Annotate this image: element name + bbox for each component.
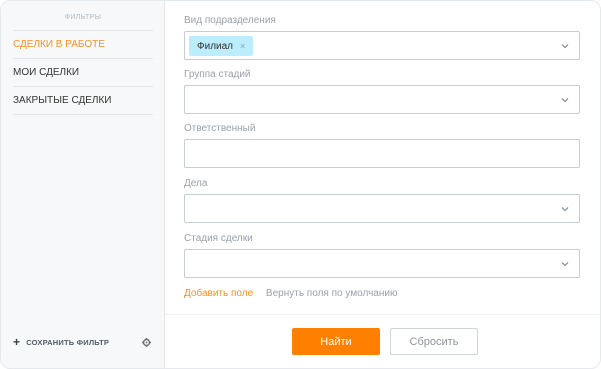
field-links: Добавить поле Вернуть поля по умолчанию bbox=[184, 288, 397, 299]
preset-my-deals[interactable]: МОИ СДЕЛКИ bbox=[13, 59, 153, 87]
filter-sidebar: ФИЛЬТРЫ СДЕЛКИ В РАБОТЕ МОИ СДЕЛКИ ЗАКРЫ… bbox=[1, 1, 165, 368]
remove-tag-icon[interactable]: × bbox=[240, 41, 245, 51]
responsible-input[interactable] bbox=[184, 139, 580, 168]
filter-popup: ФИЛЬТРЫ СДЕЛКИ В РАБОТЕ МОИ СДЕЛКИ ЗАКРЫ… bbox=[0, 0, 601, 369]
find-button[interactable]: Найти bbox=[292, 328, 380, 355]
division-label: Вид подразделения bbox=[184, 15, 276, 26]
responsible-label: Ответственный bbox=[184, 123, 256, 134]
division-tag: Филиал × bbox=[189, 36, 254, 56]
division-select[interactable]: Филиал × bbox=[184, 31, 580, 60]
deal-stage-select[interactable] bbox=[184, 249, 580, 278]
gear-icon[interactable] bbox=[139, 335, 153, 349]
chevron-down-icon bbox=[561, 44, 569, 49]
preset-deals-in-progress[interactable]: СДЕЛКИ В РАБОТЕ bbox=[13, 31, 153, 59]
tasks-select[interactable] bbox=[184, 194, 580, 223]
chevron-down-icon bbox=[561, 262, 569, 267]
stage-group-label: Группа стадий bbox=[184, 69, 251, 80]
stage-group-select[interactable] bbox=[184, 85, 580, 114]
plus-icon: + bbox=[13, 335, 21, 349]
sidebar-footer: + СОХРАНИТЬ ФИЛЬТР bbox=[13, 335, 153, 349]
add-field-link[interactable]: Добавить поле bbox=[184, 288, 253, 299]
divider bbox=[165, 314, 600, 315]
sidebar-title: ФИЛЬТРЫ bbox=[13, 11, 153, 31]
chevron-down-icon bbox=[561, 98, 569, 103]
reset-button[interactable]: Сбросить bbox=[390, 328, 478, 355]
division-tag-label: Филиал bbox=[197, 40, 234, 52]
deal-stage-label: Стадия сделки bbox=[184, 233, 253, 244]
tasks-label: Дела bbox=[184, 178, 208, 189]
preset-closed-deals[interactable]: ЗАКРЫТЫЕ СДЕЛКИ bbox=[13, 87, 153, 115]
restore-default-fields-link[interactable]: Вернуть поля по умолчанию bbox=[266, 288, 398, 299]
save-filter-button[interactable]: + СОХРАНИТЬ ФИЛЬТР bbox=[13, 335, 109, 349]
save-filter-label: СОХРАНИТЬ ФИЛЬТР bbox=[26, 337, 110, 347]
chevron-down-icon bbox=[561, 207, 569, 212]
filter-fields-area: Вид подразделения Филиал × Группа стадий… bbox=[165, 1, 600, 368]
